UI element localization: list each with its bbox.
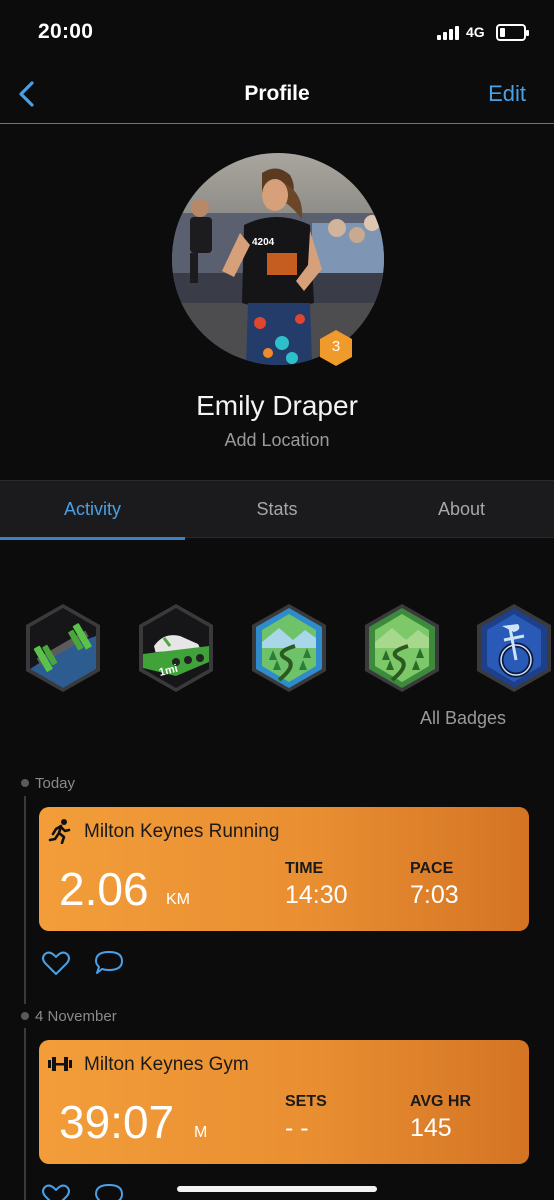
network-label: 4G: [466, 24, 485, 40]
time-value: 14:30: [285, 881, 348, 909]
distance-value: 2.06: [59, 863, 149, 915]
nav-bar: Profile Edit: [0, 64, 554, 124]
like-icon[interactable]: [41, 951, 71, 977]
activity-title: Milton Keynes Running: [84, 821, 280, 842]
bib-number: 4204: [252, 237, 275, 248]
avg-hr-label: AVG HR: [410, 1093, 472, 1110]
date-label: Today: [35, 775, 76, 792]
date-label: 4 November: [35, 1008, 117, 1025]
dumbbell-icon: [48, 1057, 72, 1071]
trail-icon: [252, 604, 326, 692]
edit-button[interactable]: Edit: [488, 81, 526, 107]
comment-icon[interactable]: [94, 1183, 124, 1200]
avg-hr-value: 145: [410, 1114, 452, 1142]
shoe-icon: 1mi: [139, 604, 213, 692]
profile-tabs: Activity Stats About: [0, 480, 554, 540]
unicycle-icon: [477, 604, 551, 692]
timeline-line: [24, 796, 26, 1004]
level-badge[interactable]: 3: [318, 329, 354, 367]
battery-icon: [496, 24, 529, 41]
time-label: TIME: [285, 860, 324, 877]
tab-stats[interactable]: Stats: [185, 481, 369, 539]
distance-unit: KM: [166, 891, 190, 908]
comment-icon[interactable]: [94, 950, 124, 976]
trail-badge-green[interactable]: [362, 602, 442, 694]
activity-card[interactable]: Milton Keynes Gym 39:07 M SETS - - AVG H…: [39, 1040, 529, 1164]
timeline-dot: [21, 779, 29, 787]
timeline-dot: [21, 1012, 29, 1020]
pace-label: PACE: [410, 860, 454, 877]
signal-icon: [437, 26, 459, 40]
trail-icon: [365, 604, 439, 692]
running-icon: [48, 819, 71, 844]
profile-name: Emily Draper: [196, 390, 358, 421]
page-title: Profile: [244, 82, 310, 105]
pace-value: 7:03: [410, 881, 459, 909]
tab-about[interactable]: About: [369, 481, 554, 539]
strength-badge[interactable]: [23, 602, 103, 694]
level-number: 3: [331, 338, 341, 355]
tab-activity[interactable]: Activity: [0, 481, 185, 540]
all-badges-link[interactable]: All Badges: [420, 708, 506, 729]
sets-label: SETS: [285, 1093, 327, 1110]
add-location-link[interactable]: Add Location: [0, 430, 554, 451]
home-indicator: [177, 1186, 377, 1192]
status-time: 20:00: [38, 20, 94, 43]
avatar-container: 4204 3: [172, 153, 384, 367]
status-bar: 20:00 4G: [0, 0, 554, 64]
badges-row: 1mi: [0, 602, 554, 694]
sets-value: - -: [285, 1114, 309, 1142]
dumbbell-icon: [26, 604, 100, 692]
trail-badge-blue[interactable]: [249, 602, 329, 694]
one-mile-badge[interactable]: 1mi: [136, 602, 216, 694]
like-icon[interactable]: [41, 1184, 71, 1200]
duration-unit: M: [194, 1124, 208, 1141]
duration-value: 39:07: [59, 1096, 175, 1148]
cycling-badge[interactable]: [474, 602, 554, 694]
activity-title: Milton Keynes Gym: [84, 1054, 249, 1075]
activity-card[interactable]: Milton Keynes Running 2.06 KM TIME 14:30…: [39, 807, 529, 931]
timeline-line: [24, 1028, 26, 1200]
